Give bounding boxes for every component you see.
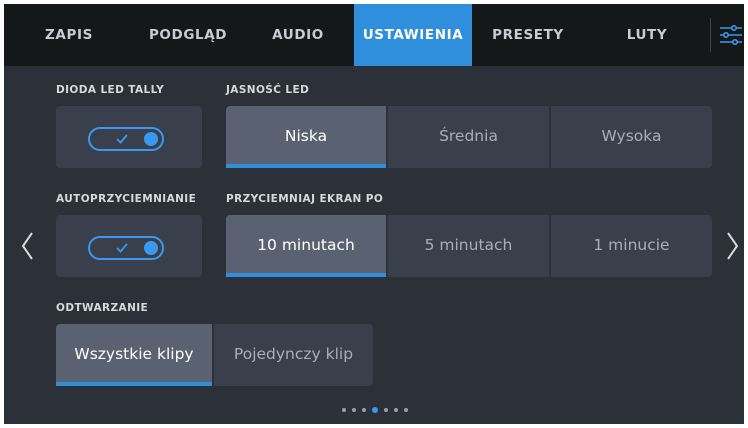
dim-option-5min[interactable]: 5 minutach	[388, 215, 549, 277]
dim-after-label: PRZYCIEMNIAJ EKRAN PO	[226, 193, 384, 205]
playback-option-single[interactable]: Pojedynczy klip	[214, 324, 373, 386]
prev-page-arrow-icon[interactable]	[20, 230, 36, 266]
tab-podglad[interactable]: PODGLĄD	[134, 4, 242, 66]
playback-label: ODTWARZANIE	[56, 302, 149, 314]
auto-dim-toggle-panel	[56, 215, 202, 277]
sliders-menu-icon[interactable]	[717, 20, 744, 50]
toggle-knob	[144, 241, 158, 255]
check-icon	[116, 134, 128, 144]
page-dot	[362, 408, 366, 412]
dim-option-1min[interactable]: 1 minucie	[551, 215, 712, 277]
dim-option-10min[interactable]: 10 minutach	[226, 215, 386, 277]
led-brightness-label: JASNOŚĆ LED	[226, 84, 310, 96]
tally-toggle-panel	[56, 106, 202, 168]
page-dot-active	[372, 407, 378, 413]
settings-screen: ZAPIS PODGLĄD AUDIO USTAWIENIA PRESETY L…	[4, 4, 744, 424]
tab-zapis[interactable]: ZAPIS	[4, 4, 134, 66]
tab-ustawienia[interactable]: USTAWIENIA	[354, 4, 472, 66]
page-dot	[394, 408, 398, 412]
auto-dim-label: AUTOPRZYCIEMNIANIE	[56, 193, 197, 205]
toggle-knob	[144, 132, 158, 146]
tab-luty[interactable]: LUTY	[584, 4, 710, 66]
tab-divider	[710, 18, 711, 52]
tally-label: DIODA LED TALLY	[56, 84, 165, 96]
led-option-wysoka[interactable]: Wysoka	[551, 106, 712, 168]
playback-option-all[interactable]: Wszystkie klipy	[56, 324, 212, 386]
next-page-arrow-icon[interactable]	[724, 230, 740, 266]
led-option-srednia[interactable]: Średnia	[388, 106, 549, 168]
check-icon	[116, 243, 128, 253]
tab-audio[interactable]: AUDIO	[242, 4, 354, 66]
tally-toggle[interactable]	[88, 127, 164, 151]
auto-dim-toggle[interactable]	[88, 236, 164, 260]
page-dot	[342, 408, 346, 412]
page-dot	[352, 408, 356, 412]
tab-presety[interactable]: PRESETY	[472, 4, 584, 66]
page-dot	[384, 408, 388, 412]
led-option-niska[interactable]: Niska	[226, 106, 386, 168]
tab-bar: ZAPIS PODGLĄD AUDIO USTAWIENIA PRESETY L…	[4, 4, 744, 66]
page-dot	[404, 408, 408, 412]
